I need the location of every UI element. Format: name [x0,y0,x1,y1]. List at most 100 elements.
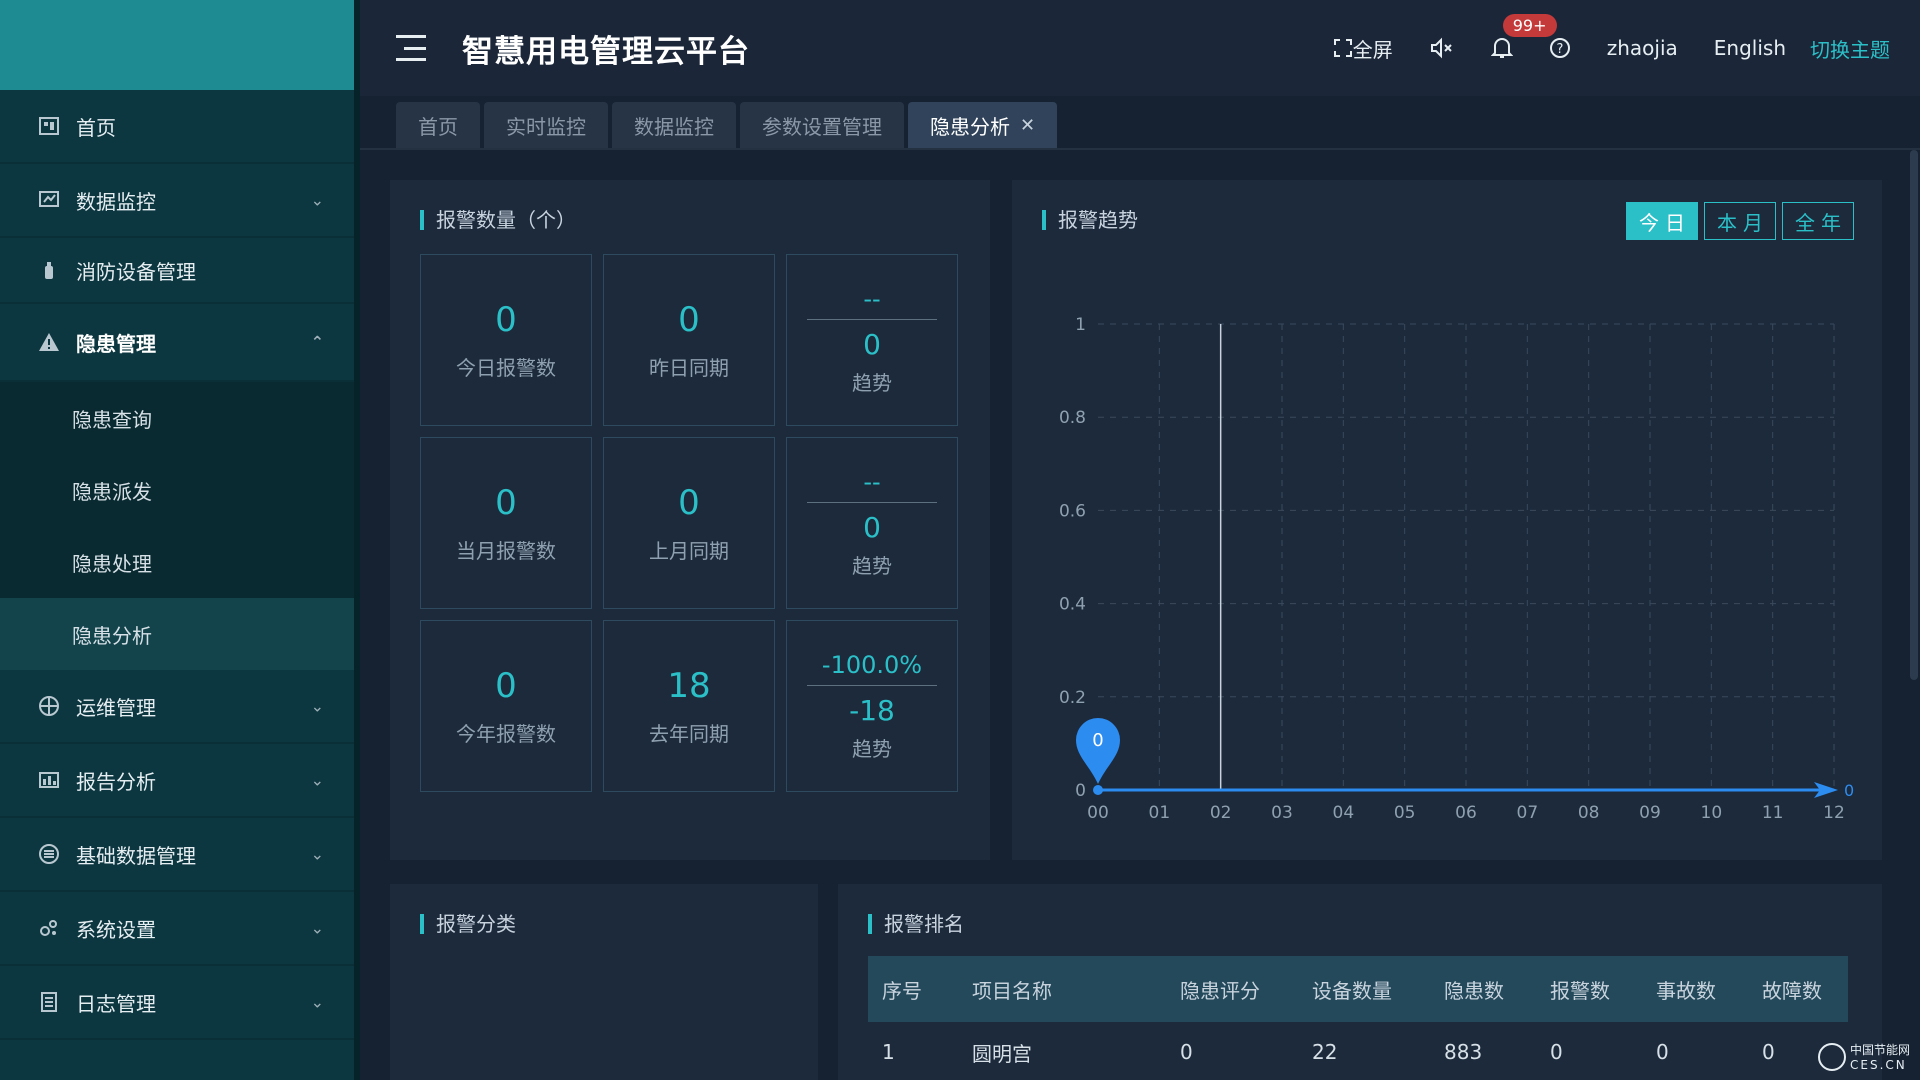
stat-value: 0 [495,299,517,340]
tab-hazard-analysis[interactable]: 隐患分析 ✕ [908,102,1058,148]
sidebar-item-logs[interactable]: 日志管理 ⌄ [0,966,354,1040]
fullscreen-button[interactable]: 全屏 [1333,34,1393,63]
sidebar-item-base-data[interactable]: 基础数据管理 ⌄ [0,818,354,892]
sidebar-item-label: 运维管理 [76,695,156,720]
watermark: 中国节能网 CES.CN [1817,1041,1910,1072]
sidebar-subitem-hazard-dispatch[interactable]: 隐患派发 [0,454,354,526]
alarm-ranking-title: 报警排名 [868,914,964,934]
help-button[interactable]: ? [1549,37,1571,59]
alarm-trend-panel: 报警趋势 今日 本月 全年 0 0.2 0.4 0.6 0.8 1 00 01 02 03 04 05… [1012,180,1882,860]
stat-today-alarms: 0 今日报警数 [420,254,592,426]
sidebar-item-label: 系统设置 [76,917,156,942]
chevron-down-icon: ⌄ [310,190,324,210]
chevron-down-icon: ⌄ [310,918,324,938]
user-menu[interactable]: zhaojia [1607,36,1678,60]
col-accident-count: 事故数 [1642,956,1748,1022]
tab-param-settings[interactable]: 参数设置管理 [740,102,904,148]
trend-value: 0 [863,327,881,361]
x-tick-label: 01 [1149,803,1171,823]
chevron-down-icon: ⌄ [310,992,324,1012]
cell-alarm-count: 0 [1550,1040,1563,1064]
tab-realtime-monitor[interactable]: 实时监控 [484,102,608,148]
x-tick-label: 07 [1517,803,1539,823]
trend-value: -18 [849,693,895,727]
watermark-text: 中国节能网 [1849,1043,1910,1057]
sidebar-item-report[interactable]: 报告分析 ⌄ [0,744,354,818]
chevron-down-icon: ⌄ [310,696,324,716]
page-scrollbar[interactable] [1910,150,1918,680]
fullscreen-icon [1333,39,1352,57]
mute-button[interactable] [1429,37,1455,59]
alarm-stat-grid: 0 今日报警数 0 昨日同期 -- 0 趋势 0 当月报警数 0 上月同期 --… [420,254,958,792]
stat-value: 0 [678,299,700,340]
speaker-mute-icon [1430,37,1452,59]
x-tick-label: 09 [1639,803,1661,823]
sidebar-subitem-hazard-query[interactable]: 隐患查询 [0,382,354,454]
notification-button[interactable]: 99+ [1490,14,1557,60]
y-tick-label: 1 [1075,315,1086,335]
col-fault-count: 故障数 [1748,956,1848,1022]
tab-data-monitor[interactable]: 数据监控 [612,102,736,148]
table-row[interactable]: 1 圆明宫 0 22 883 0 0 0 [868,1022,1848,1080]
x-tick-label: 04 [1333,803,1355,823]
stat-day-trend: -- 0 趋势 [786,254,958,426]
x-tick-label: 10 [1701,803,1723,823]
stat-month-trend: -- 0 趋势 [786,437,958,609]
warning-icon [36,329,62,355]
marker-value-label: 0 [1092,730,1103,751]
tab-bar-divider [360,148,1920,150]
x-tick-label: 03 [1271,803,1293,823]
sidebar-item-label: 报告分析 [76,769,156,794]
close-icon[interactable]: ✕ [1020,115,1035,136]
y-tick-label: 0 [1075,781,1086,801]
x-tick-label: 12 [1823,803,1845,823]
col-hazard-score: 隐患评分 [1166,956,1298,1022]
stat-last-month-alarms: 0 上月同期 [603,437,775,609]
stat-yesterday-alarms: 0 昨日同期 [603,254,775,426]
alarm-ranking-panel: 报警排名 序号 项目名称 隐患评分 设备数量 隐患数 报警数 事故数 故障数 1… [838,884,1882,1080]
sidebar-item-system-settings[interactable]: 系统设置 ⌄ [0,892,354,966]
trend-percent: -100.0% [807,651,937,686]
tab-home[interactable]: 首页 [396,102,480,148]
cell-device-count: 22 [1312,1040,1338,1064]
sidebar-subitem-hazard-analysis[interactable]: 隐患分析 [0,598,354,670]
stat-month-alarms: 0 当月报警数 [420,437,592,609]
sidebar-subitem-hazard-handle[interactable]: 隐患处理 [0,526,354,598]
menu-toggle-icon[interactable] [396,35,426,61]
alarm-count-title: 报警数量（个） [420,210,576,230]
series-end-label: 0 [1844,781,1854,800]
alarm-category-panel: 报警分类 [390,884,818,1080]
extinguisher-icon [36,257,62,283]
sidebar-item-operations[interactable]: 运维管理 ⌄ [0,670,354,744]
sidebar-item-label: 基础数据管理 [76,843,196,868]
sidebar-item-label: 消防设备管理 [76,259,196,284]
sidebar-item-home[interactable]: 首页 [0,90,354,164]
stat-label: 昨日同期 [649,355,729,380]
language-switch[interactable]: English [1714,36,1786,60]
sidebar-item-data-monitor[interactable]: 数据监控 ⌄ [0,164,354,238]
theme-switch[interactable]: 切换主题 [1810,34,1890,63]
trend-value: 0 [863,510,881,544]
home-icon [36,113,62,139]
y-tick-label: 0.6 [1059,501,1086,521]
trend-label: 趋势 [852,736,892,761]
top-header: 智慧用电管理云平台 全屏 99+ ? zhaojia English 切换主题 [360,0,1920,96]
stat-value: 0 [495,482,517,523]
sidebar-item-fire-equipment[interactable]: 消防设备管理 [0,238,354,304]
trend-chart: 00.20.40.60.8100 01 02 03 04 05 06 07 08 09 10 11 12… [1059,315,1854,823]
app-title: 智慧用电管理云平台 [462,33,750,70]
stat-label: 上月同期 [649,538,729,563]
svg-text:?: ? [1556,42,1563,57]
cell-hazard-score: 0 [1180,1040,1193,1064]
stat-label: 去年同期 [649,721,729,746]
sidebar-item-label: 日志管理 [76,991,156,1016]
x-tick-label: 11 [1762,803,1784,823]
chevron-up-icon: ⌃ [310,332,324,352]
stat-last-year-alarms: 18 去年同期 [603,620,775,792]
cell-hazard-count: 883 [1444,1040,1483,1064]
stat-value: 0 [678,482,700,523]
x-tick-label: 05 [1394,803,1416,823]
x-tick-label: 06 [1455,803,1477,823]
sidebar-item-hazard[interactable]: 隐患管理 ⌃ [0,304,354,382]
stat-label: 今日报警数 [456,355,556,380]
